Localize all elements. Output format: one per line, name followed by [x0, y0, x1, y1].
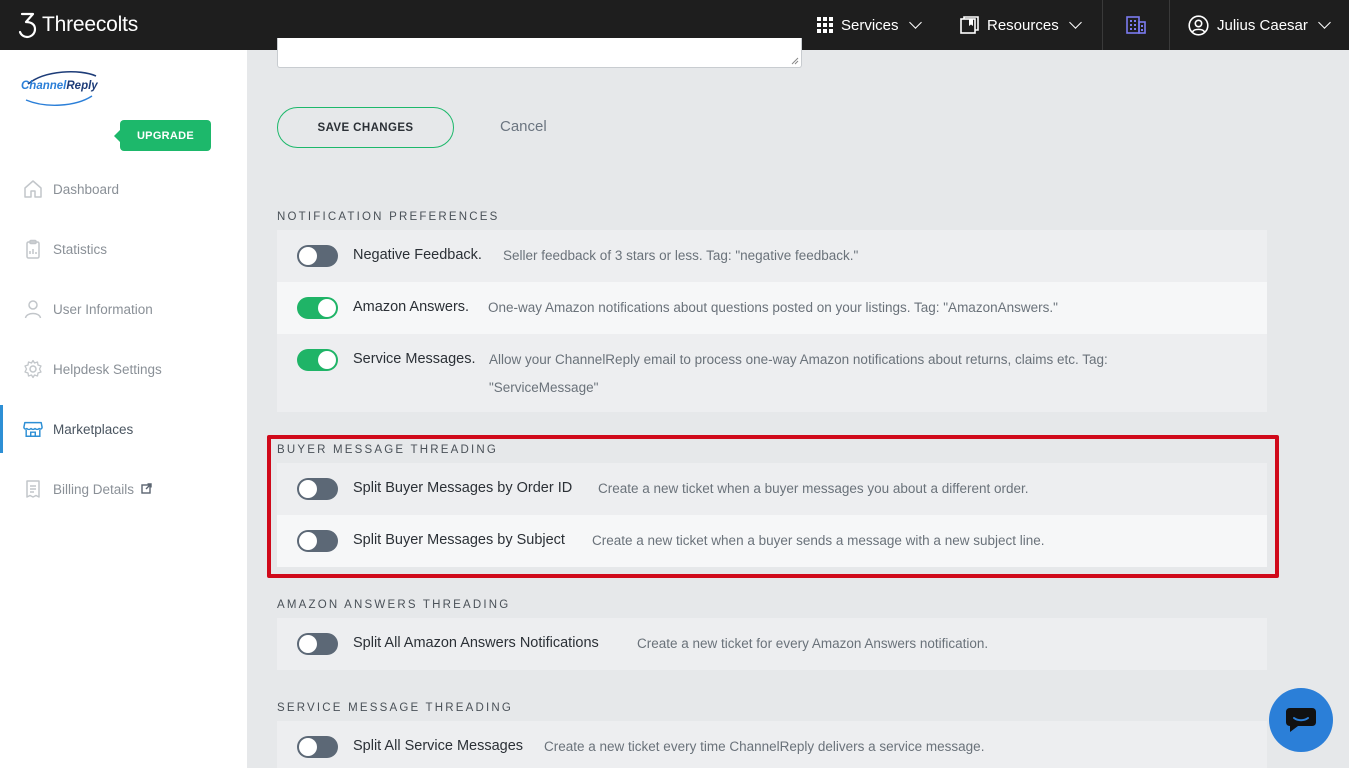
sidebar-item-dashboard[interactable]: Dashboard [0, 165, 247, 213]
toggle-amazon-answers[interactable] [297, 297, 338, 319]
channelreply-logo[interactable]: ChannelReply [20, 70, 100, 110]
chevron-down-icon [1068, 16, 1082, 29]
sidebar-item-billing-details[interactable]: Billing Details [0, 465, 247, 513]
service-row-split-all: Split All Service Messages Create a new … [277, 721, 1267, 768]
row-label: Negative Feedback. [353, 247, 482, 263]
toggle-split-all-service-messages[interactable] [297, 736, 338, 758]
home-icon [23, 179, 43, 199]
logo-text-channel: Channel [21, 80, 67, 92]
services-label: Services [841, 16, 899, 34]
save-changes-button[interactable]: SAVE CHANGES [277, 107, 454, 148]
sidebar-item-label: Billing Details [53, 481, 135, 497]
row-description: Seller feedback of 3 stars or less. Tag:… [503, 248, 859, 263]
row-label: Amazon Answers. [353, 299, 470, 315]
external-link-icon [141, 482, 152, 497]
sidebar-item-label: User Information [53, 301, 153, 317]
invoice-icon [23, 479, 43, 499]
sidebar: ChannelReply UPGRADE Dashboard Statistic… [0, 50, 247, 768]
section-title-amazon-answers-threading: AMAZON ANSWERS THREADING [277, 599, 511, 611]
notification-row-amazon-answers: Amazon Answers. One-way Amazon notificat… [277, 282, 1267, 334]
row-description: One-way Amazon notifications about quest… [488, 300, 1058, 315]
chat-widget-button[interactable] [1269, 688, 1333, 752]
row-description-continued: "ServiceMessage" [489, 380, 599, 395]
row-label: Split All Amazon Answers Notifications [353, 635, 599, 651]
resize-handle-icon[interactable] [789, 55, 799, 65]
user-name: Julius Caesar [1217, 16, 1308, 34]
cancel-button[interactable]: Cancel [500, 118, 547, 135]
store-icon [23, 419, 43, 439]
section-title-notification-preferences: NOTIFICATION PREFERENCES [277, 211, 500, 223]
grid-icon [817, 17, 833, 33]
toggle-split-all-amazon-answers[interactable] [297, 633, 338, 655]
user-menu[interactable]: Julius Caesar [1188, 0, 1331, 50]
chevron-down-icon [908, 16, 922, 29]
row-label: Service Messages. [353, 351, 476, 367]
threecolts-logo[interactable]: Threecolts [18, 11, 138, 39]
threecolts-mark-icon [18, 12, 37, 39]
message-textarea[interactable] [277, 38, 802, 68]
row-label: Split All Service Messages [353, 738, 524, 754]
book-icon [960, 16, 979, 34]
highlight-box [267, 435, 1279, 578]
toggle-negative-feedback[interactable] [297, 245, 338, 267]
sidebar-item-helpdesk-settings[interactable]: Helpdesk Settings [0, 345, 247, 393]
chat-icon [1286, 708, 1316, 732]
brand-name: Threecolts [42, 13, 139, 36]
notification-row-negative-feedback: Negative Feedback. Seller feedback of 3 … [277, 230, 1267, 282]
sidebar-item-label: Marketplaces [53, 421, 134, 437]
row-description: Create a new ticket every time ChannelRe… [544, 739, 985, 754]
sidebar-item-marketplaces[interactable]: Marketplaces [0, 405, 247, 453]
sidebar-item-label: Statistics [53, 241, 108, 257]
notification-row-service-messages: Service Messages. Allow your ChannelRepl… [277, 334, 1267, 412]
row-description: Allow your ChannelReply email to process… [489, 352, 1108, 367]
building-icon [1126, 16, 1146, 34]
sidebar-item-label: Helpdesk Settings [53, 361, 162, 377]
user-icon [23, 299, 43, 319]
resources-menu[interactable]: Resources [960, 0, 1082, 50]
organization-button[interactable] [1102, 0, 1170, 50]
resources-label: Resources [987, 16, 1059, 34]
toggle-service-messages[interactable] [297, 349, 338, 371]
services-menu[interactable]: Services [817, 0, 922, 50]
logo-text-reply: Reply [66, 80, 98, 92]
upgrade-button[interactable]: UPGRADE [114, 120, 211, 151]
gear-icon [23, 359, 43, 379]
clipboard-icon [23, 239, 43, 259]
sidebar-item-statistics[interactable]: Statistics [0, 225, 247, 273]
chevron-down-icon [1318, 16, 1331, 29]
section-title-service-message-threading: SERVICE MESSAGE THREADING [277, 702, 514, 714]
sidebar-item-label: Dashboard [53, 181, 120, 197]
row-description: Create a new ticket for every Amazon Ans… [637, 636, 989, 651]
user-circle-icon [1188, 14, 1209, 36]
answers-row-split-all: Split All Amazon Answers Notifications C… [277, 618, 1267, 670]
sidebar-item-user-information[interactable]: User Information [0, 285, 247, 333]
